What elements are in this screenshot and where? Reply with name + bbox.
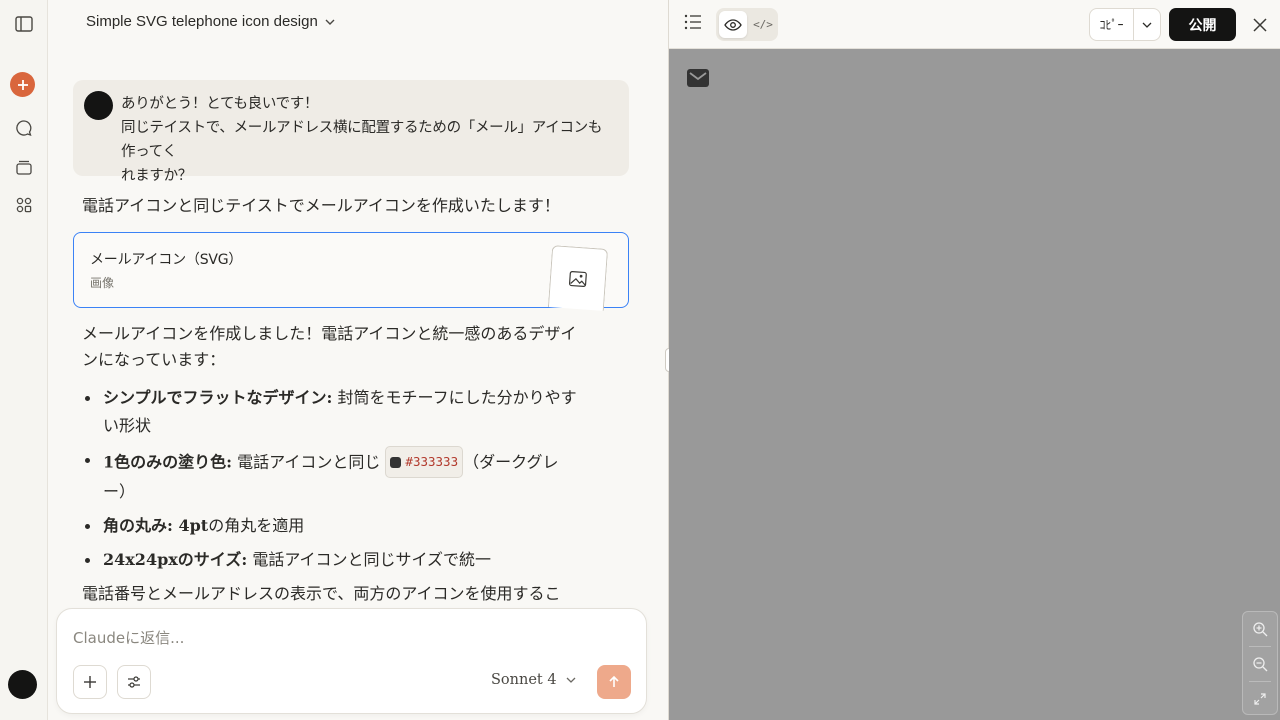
chevron-down-icon — [566, 677, 576, 683]
preview-toolbar: </> ｺﾋﾟｰ 公開 — [669, 0, 1280, 49]
preview-canvas — [669, 49, 1280, 720]
tools-button[interactable] — [117, 665, 151, 699]
user-avatar[interactable] — [8, 670, 37, 699]
artifact-title: メールアイコン（SVG） — [90, 252, 243, 268]
reply-input[interactable]: Claudeに返信... — [73, 627, 184, 648]
close-icon[interactable] — [1249, 14, 1271, 36]
list-item: 1色のみの塗り色: 電話アイコンと同じ #333333 （ダークグレー） — [82, 446, 602, 506]
mail-icon — [687, 69, 709, 87]
feature-list: シンプルでフラットなデザイン: 封筒をモチーフにした分かりやすい形状 1色のみの… — [82, 384, 602, 580]
chevron-down-icon — [325, 19, 335, 25]
list-item-text: の角丸を適用 — [208, 516, 305, 535]
model-name: Sonnet 4 — [491, 672, 557, 688]
code-icon: </> — [753, 18, 773, 31]
user-message: ありがとう！とても良いです！ 同じテイストで、メールアドレス横に配置するための「… — [73, 80, 629, 184]
copy-options-button[interactable] — [1134, 9, 1160, 40]
list-item: 角の丸み: 4ptの角丸を適用 — [82, 512, 602, 540]
code-tab[interactable]: </> — [750, 11, 776, 38]
chat-title-dropdown[interactable]: Simple SVG telephone icon design — [86, 13, 336, 30]
plus-icon — [84, 676, 96, 688]
artifact-subtitle: 画像 — [90, 276, 115, 290]
fit-screen-button[interactable] — [1243, 682, 1277, 716]
list-item-text: 電話アイコンと同じ — [232, 452, 386, 472]
list-item-text: い形状 — [103, 416, 152, 435]
send-button[interactable] — [597, 665, 631, 699]
assistant-body-line-2: ンになっています： — [82, 350, 226, 369]
attach-button[interactable] — [73, 665, 107, 699]
chat-title: Simple SVG telephone icon design — [86, 13, 318, 30]
list-item-bold: 24x24pxのサイズ: — [103, 550, 248, 569]
copy-button-group: ｺﾋﾟｰ — [1089, 8, 1161, 41]
zoom-in-button[interactable] — [1243, 612, 1277, 646]
user-message-avatar — [84, 91, 113, 120]
composer[interactable]: Claudeに返信... Sonnet 4 — [56, 608, 647, 714]
artifacts-icon[interactable] — [12, 193, 36, 217]
arrow-up-icon — [609, 675, 619, 687]
list-item: 24x24pxのサイズ: 電話アイコンと同じサイズで統一 — [82, 546, 602, 574]
copy-button[interactable]: ｺﾋﾟｰ — [1090, 9, 1134, 40]
color-code-text: #333333 — [405, 454, 459, 469]
assistant-outro: 電話番号とメールアドレスの表示で、両方のアイコンを使用するこ — [82, 584, 561, 603]
preview-tab[interactable] — [719, 11, 747, 38]
chat-panel: Simple SVG telephone icon design ありがとう！と… — [48, 0, 710, 720]
artifact-thumbnail — [547, 245, 609, 311]
list-item: シンプルでフラットなデザイン: 封筒をモチーフにした分かりやすい形状 — [82, 384, 602, 440]
list-item-text: 封筒をモチーフにした分かりやす — [332, 388, 577, 407]
zoom-controls — [1242, 611, 1278, 715]
view-toggle: </> — [716, 8, 778, 41]
chats-icon[interactable] — [12, 116, 36, 140]
model-selector[interactable]: Sonnet 4 — [491, 672, 577, 688]
left-rail — [0, 0, 48, 720]
list-icon[interactable] — [683, 12, 705, 34]
user-message-text: ありがとう！とても良いです！ 同じテイストで、メールアドレス横に配置するための「… — [121, 96, 603, 184]
sidebar-toggle-icon[interactable] — [12, 12, 36, 36]
new-chat-button[interactable] — [10, 72, 35, 97]
publish-button[interactable]: 公開 — [1169, 8, 1236, 41]
sliders-icon — [128, 676, 140, 688]
expand-icon — [1254, 693, 1266, 705]
list-item-text: ー） — [103, 482, 136, 501]
assistant-intro: 電話アイコンと同じテイストでメールアイコンを作成いたします！ — [82, 196, 560, 215]
assistant-body-line-1: メールアイコンを作成しました！電話アイコンと統一感のあるデザイ — [82, 324, 577, 343]
list-item-bold: 角の丸み: 4pt — [103, 516, 209, 535]
color-swatch — [390, 456, 402, 468]
zoom-out-button[interactable] — [1243, 647, 1277, 681]
list-item-text: 電話アイコンと同じサイズで統一 — [247, 550, 492, 569]
color-code: #333333 — [385, 446, 464, 478]
zoom-out-icon — [1253, 657, 1268, 672]
list-item-bold: 1色のみの塗り色: — [103, 452, 233, 472]
list-item-bold: シンプルでフラットなデザイン: — [103, 388, 333, 407]
chevron-down-icon — [1142, 22, 1152, 28]
projects-icon[interactable] — [12, 155, 36, 179]
eye-icon — [724, 18, 742, 31]
image-icon — [569, 270, 587, 287]
zoom-in-icon — [1253, 622, 1268, 637]
list-item-text: （ダークグレ — [463, 452, 559, 472]
artifact-card[interactable]: メールアイコン（SVG） 画像 — [73, 232, 629, 311]
